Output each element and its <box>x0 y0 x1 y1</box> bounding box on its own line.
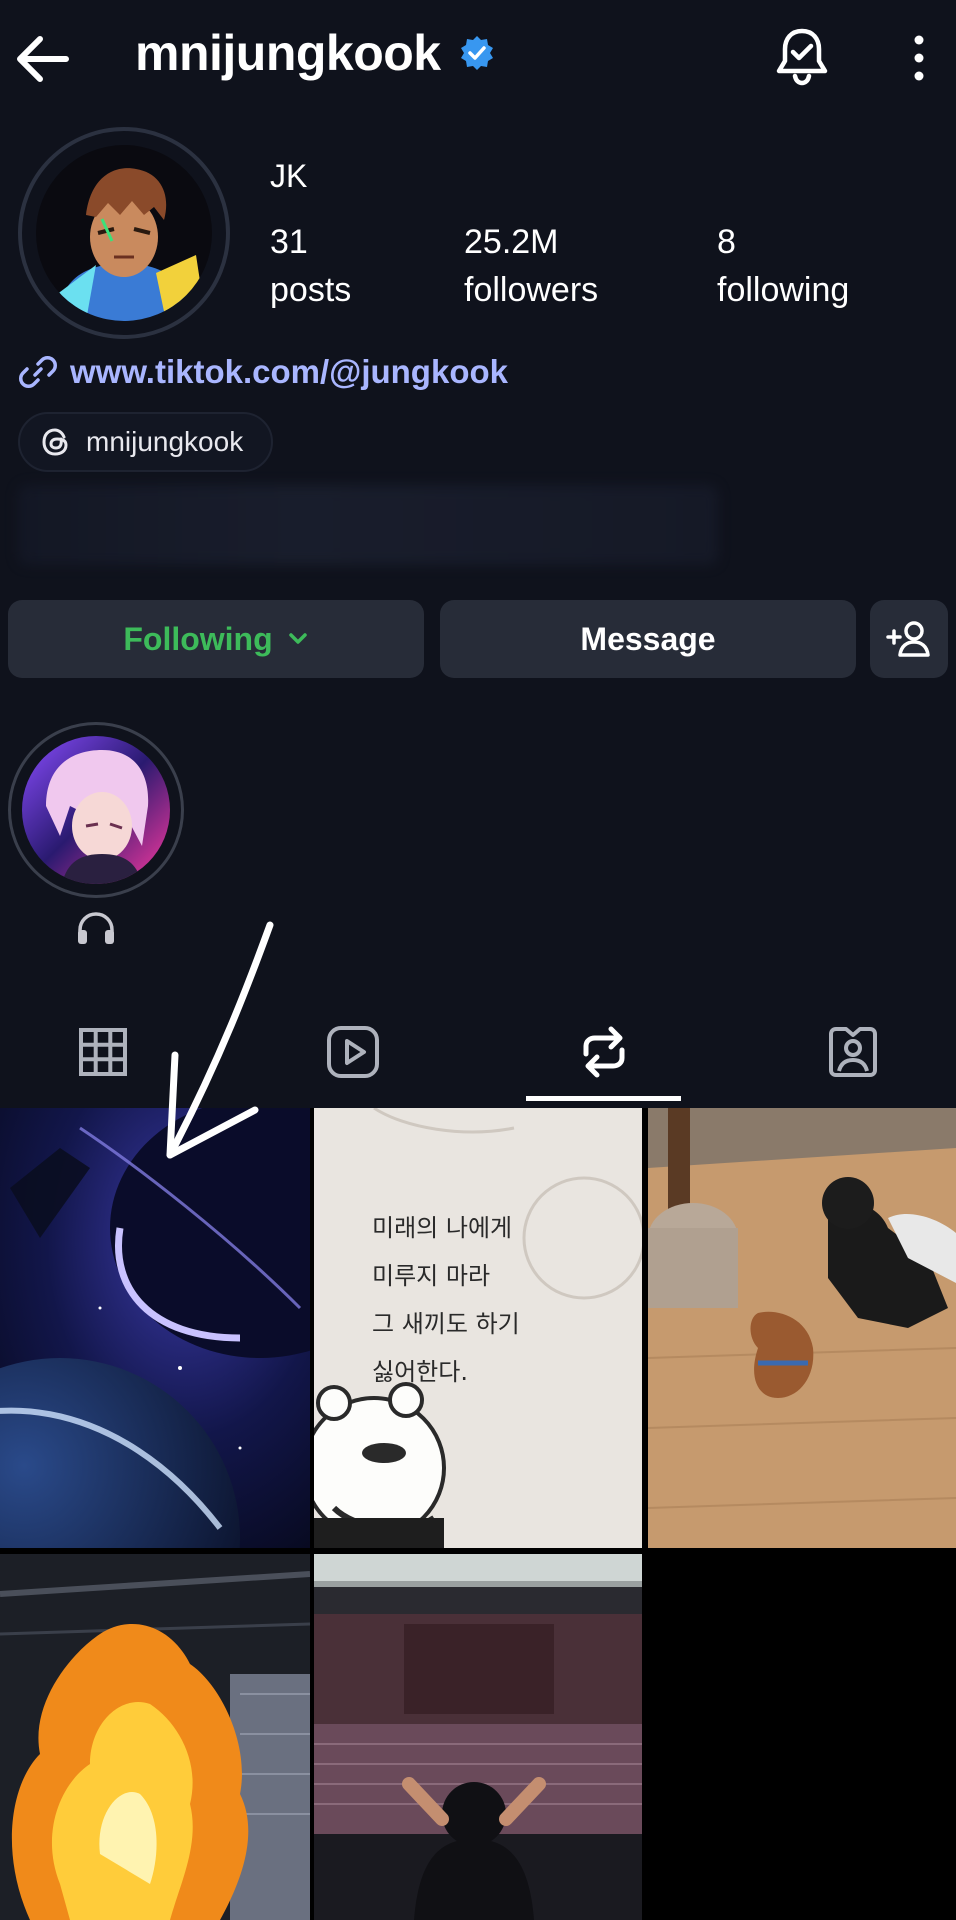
following-label: following <box>717 271 850 309</box>
threads-icon <box>42 428 68 456</box>
username-text: mnijungkook <box>135 25 441 81</box>
profile-tabs <box>0 1000 956 1104</box>
headphones-icon <box>78 912 114 944</box>
profile-header: mnijungkook <box>0 0 956 120</box>
grid-icon <box>79 1028 127 1076</box>
profile-link[interactable]: www.tiktok.com/@jungkook <box>18 352 508 392</box>
post-tile[interactable]: 미래의 나에게 미루지 마라 그 새끼도 하기 싫어한다. <box>314 1108 642 1548</box>
following-button-label: Following <box>123 620 273 657</box>
post-tile[interactable] <box>0 1554 310 1920</box>
message-button[interactable]: Message <box>440 600 856 678</box>
verified-badge-icon <box>460 36 493 70</box>
chevron-down-icon <box>288 633 307 644</box>
followers-count: 25.2M <box>464 223 559 261</box>
profile-full-name: JK <box>270 158 308 194</box>
threads-badge[interactable]: mnijungkook <box>18 412 274 472</box>
tab-posts-grid[interactable] <box>63 1012 143 1092</box>
profile-avatar-ring[interactable] <box>18 127 230 339</box>
link-icon <box>19 356 57 388</box>
following-stat[interactable]: 8 following <box>717 218 849 314</box>
threads-handle: mnijungkook <box>86 426 244 457</box>
more-vertical-icon[interactable] <box>900 30 938 86</box>
tab-tagged[interactable] <box>813 1012 893 1092</box>
following-count: 8 <box>717 223 736 261</box>
following-button[interactable]: Following <box>8 600 424 678</box>
message-button-label: Message <box>580 620 716 657</box>
post-dog-image <box>648 1108 956 1548</box>
profile-link-text[interactable]: www.tiktok.com/@jungkook <box>70 353 508 391</box>
reposts-icon <box>583 1026 625 1078</box>
followers-label: followers <box>464 271 599 309</box>
bell-check-icon[interactable] <box>774 25 830 87</box>
add-user-icon <box>886 621 930 657</box>
avatar-illustration <box>36 145 212 321</box>
post-stadium-image <box>314 1554 642 1920</box>
post-tile[interactable] <box>648 1108 956 1548</box>
add-user-button[interactable] <box>870 600 948 678</box>
posts-stat[interactable]: 31 posts <box>270 218 351 314</box>
followers-stat[interactable]: 25.2M followers <box>464 218 598 314</box>
post-fire-image <box>0 1554 310 1920</box>
tab-reposts[interactable] <box>564 1012 644 1092</box>
profile-username: mnijungkook <box>135 24 495 82</box>
posts-grid: 미래의 나에게 미루지 마라 그 새끼도 하기 싫어한다. <box>0 1108 956 1920</box>
posts-count: 31 <box>270 223 308 261</box>
story-highlight[interactable] <box>8 722 184 898</box>
post-tile[interactable] <box>314 1554 642 1920</box>
post-space-image <box>0 1108 310 1548</box>
blurred-bio <box>18 485 718 565</box>
tab-reels[interactable] <box>313 1012 393 1092</box>
active-tab-indicator <box>526 1096 681 1101</box>
post-tile[interactable] <box>0 1108 310 1548</box>
tagged-icon <box>829 1027 877 1077</box>
reels-icon <box>327 1026 379 1078</box>
posts-label: posts <box>270 271 352 309</box>
avatar[interactable] <box>36 145 212 321</box>
post-note-text: 미래의 나에게 미루지 마라 그 새끼도 하기 싫어한다. <box>372 1214 520 1386</box>
highlight-illustration <box>22 736 170 884</box>
arrow-left-icon[interactable] <box>8 24 78 94</box>
highlight-cover[interactable] <box>22 736 170 884</box>
